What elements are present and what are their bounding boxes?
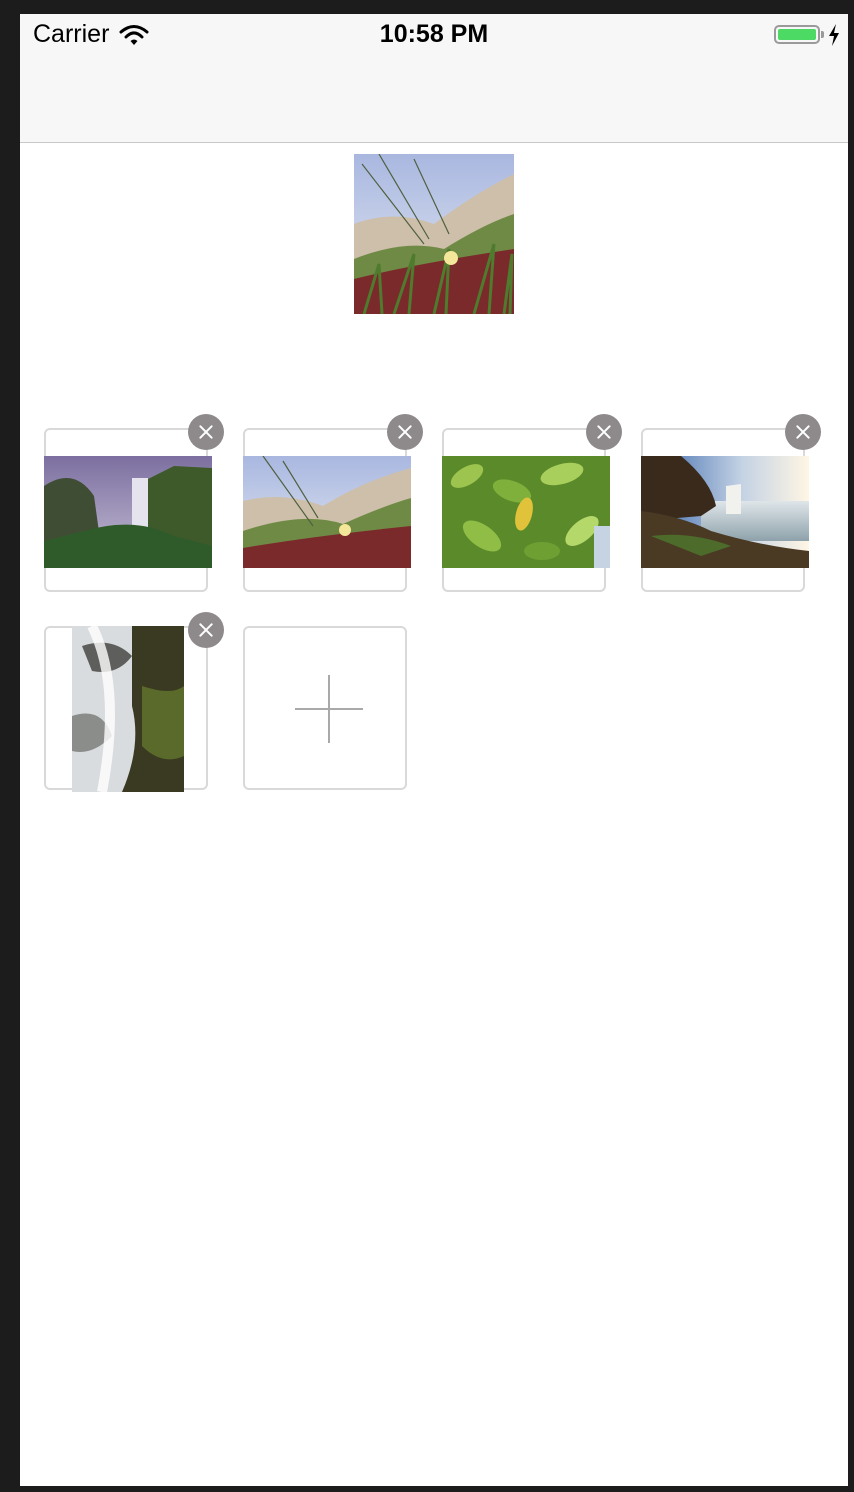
add-photo-button[interactable] bbox=[243, 626, 407, 790]
waterfall-cliff-photo bbox=[44, 456, 212, 568]
battery-icon bbox=[774, 25, 820, 44]
photo-cell[interactable] bbox=[442, 414, 622, 592]
delete-photo-button[interactable] bbox=[387, 414, 423, 450]
photo-cell[interactable] bbox=[44, 612, 224, 792]
battery-level-fill bbox=[778, 29, 816, 40]
photo-cell[interactable] bbox=[641, 414, 821, 592]
selected-photo-preview bbox=[354, 154, 514, 314]
app-screen: Carrier 10:58 PM bbox=[20, 14, 848, 1486]
navigation-bar: Carrier 10:58 PM bbox=[20, 14, 848, 143]
photo-cell[interactable] bbox=[243, 414, 423, 592]
meadow-flower-photo bbox=[354, 154, 514, 314]
cascade-rocks-photo bbox=[72, 626, 184, 792]
status-time: 10:58 PM bbox=[379, 20, 489, 48]
meadow-flower-photo bbox=[243, 456, 411, 568]
plus-icon-stroke bbox=[328, 675, 330, 743]
delete-photo-button[interactable] bbox=[586, 414, 622, 450]
charging-bolt-icon bbox=[829, 24, 839, 46]
photo-cell[interactable] bbox=[44, 414, 224, 592]
delete-photo-button[interactable] bbox=[785, 414, 821, 450]
delete-photo-button[interactable] bbox=[188, 414, 224, 450]
battery-tip bbox=[821, 31, 824, 38]
sea-waterfall-photo bbox=[641, 456, 809, 568]
green-leaves-photo bbox=[442, 456, 610, 568]
delete-photo-button[interactable] bbox=[188, 612, 224, 648]
